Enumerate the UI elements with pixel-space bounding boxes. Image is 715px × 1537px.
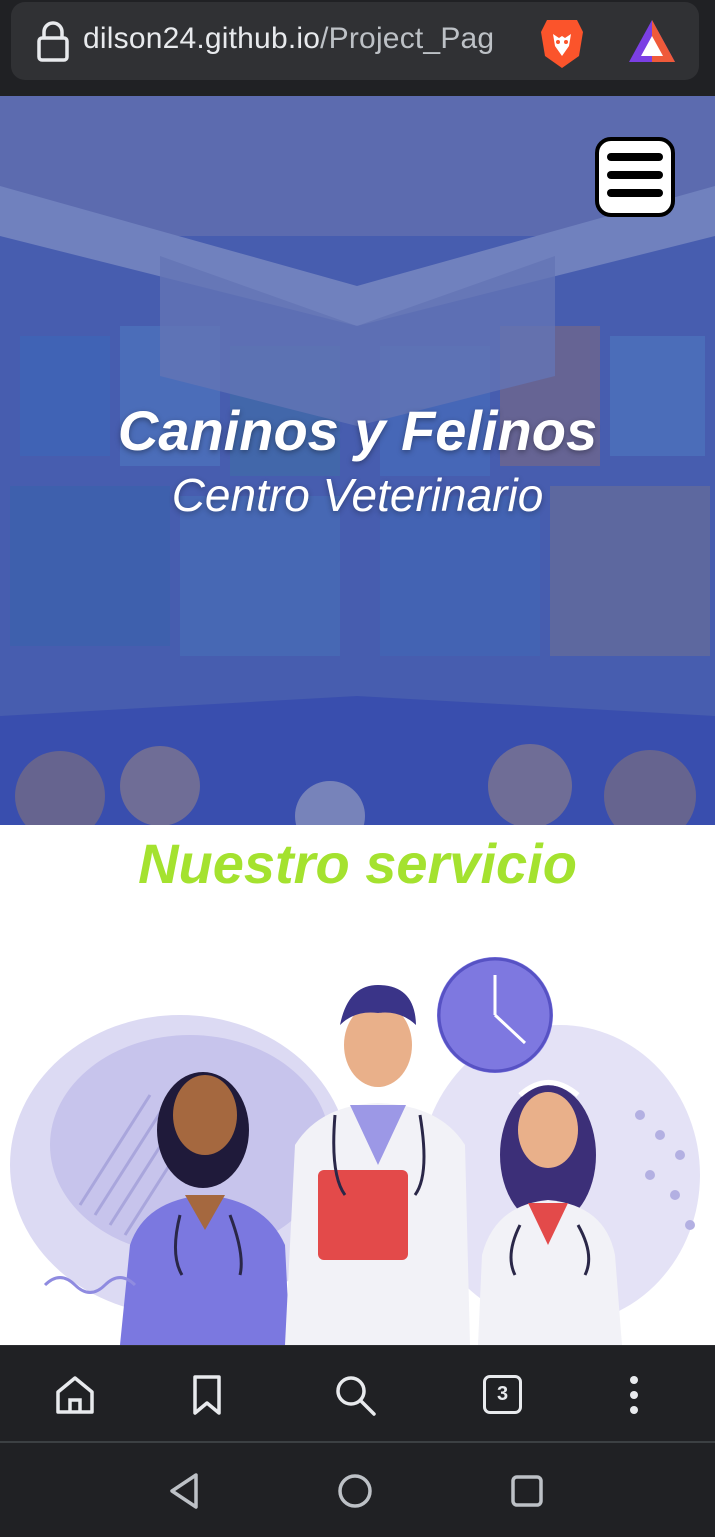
- url-text[interactable]: dilson24.github.io/Project_Pag: [83, 22, 494, 56]
- address-bar[interactable]: dilson24.github.io/Project_Pag: [11, 2, 699, 80]
- tabs-icon[interactable]: 3: [483, 1375, 522, 1414]
- back-icon[interactable]: [162, 1469, 206, 1513]
- hero-subtitle: Centro Veterinario: [171, 469, 544, 521]
- home-circle-icon[interactable]: [333, 1469, 377, 1513]
- lock-icon[interactable]: [35, 20, 71, 62]
- recents-icon[interactable]: [505, 1469, 549, 1513]
- system-navigation-bar: [0, 1443, 715, 1537]
- menu-line: [607, 171, 663, 179]
- medical-staff-illustration: [10, 957, 700, 1345]
- services-section: Nuestro servicio: [0, 825, 715, 1345]
- search-icon[interactable]: [332, 1372, 378, 1418]
- browser-top-bar: dilson24.github.io/Project_Pag: [0, 0, 715, 96]
- hero-section: Caninos y Felinos Centro Veterinario: [0, 96, 715, 825]
- hamburger-menu-button[interactable]: [595, 137, 675, 217]
- browser-bottom-toolbar: 3: [0, 1345, 715, 1442]
- brave-lion-icon[interactable]: [539, 16, 585, 70]
- services-title: Nuestro servicio: [138, 832, 577, 895]
- more-icon[interactable]: [611, 1372, 657, 1418]
- home-icon[interactable]: [52, 1372, 98, 1418]
- menu-line: [607, 153, 663, 161]
- hero-title: Caninos y Felinos: [117, 399, 598, 462]
- brave-rewards-icon[interactable]: [627, 18, 677, 64]
- menu-line: [607, 189, 663, 197]
- bookmark-icon[interactable]: [184, 1372, 230, 1418]
